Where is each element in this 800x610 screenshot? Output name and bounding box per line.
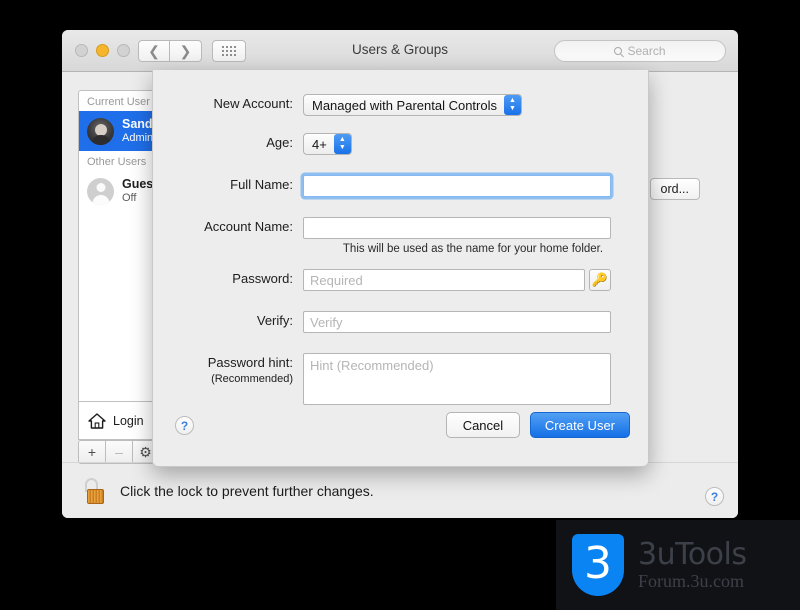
lock-bar: Click the lock to prevent further change… [62, 462, 738, 518]
cancel-button[interactable]: Cancel [445, 412, 520, 438]
sheet-button-group: Cancel Create User [445, 412, 630, 438]
full-name-label: Full Name: [230, 177, 293, 192]
3utools-shield-logo-icon: 3 [572, 534, 624, 596]
home-icon [88, 412, 106, 429]
age-label: Age: [266, 135, 293, 150]
password-input[interactable] [303, 269, 585, 291]
user-name: Gues [122, 176, 154, 191]
user-status: Off [122, 191, 137, 204]
password-hint-label: Password hint: (Recommended) [153, 353, 303, 386]
window-titlebar: ❮ ❯ Users & Groups Search [62, 30, 738, 72]
search-placeholder: Search [627, 44, 666, 58]
new-account-label: New Account: [213, 96, 294, 111]
field-new-account: New Account: Managed with Parental Contr… [153, 94, 522, 116]
sheet-help-button[interactable]: ? [175, 416, 194, 435]
field-verify: Verify: [153, 311, 611, 333]
password-hint-label-text: Password hint: [207, 355, 293, 370]
age-dropdown[interactable]: 4+ ▲ ▼ [303, 133, 352, 155]
account-name-input[interactable] [303, 217, 611, 239]
verify-input[interactable] [303, 311, 611, 333]
key-icon[interactable]: 🔑 [589, 269, 611, 291]
password-hint-input[interactable] [303, 353, 611, 405]
new-account-sheet: New Account: Managed with Parental Contr… [152, 70, 649, 467]
avatar [87, 177, 114, 205]
3utools-watermark: 3 3uTools Forum.3u.com [556, 520, 800, 610]
change-password-button[interactable]: ord... [649, 178, 700, 200]
search-icon [614, 47, 623, 55]
search-field[interactable]: Search [554, 40, 726, 62]
chevron-up-down-icon: ▲ ▼ [504, 95, 521, 115]
full-name-input[interactable] [303, 175, 611, 197]
remove-user-button[interactable]: – [105, 440, 132, 464]
watermark-text: 3uTools Forum.3u.com [638, 539, 747, 591]
chevron-up-down-icon: ▲ ▼ [333, 134, 351, 154]
lock-bar-text: Click the lock to prevent further change… [120, 482, 374, 499]
field-age: Age: 4+ ▲ ▼ [153, 133, 352, 155]
watermark-title: 3uTools [638, 536, 747, 572]
logo-glyph: 3 [584, 538, 612, 589]
field-password-hint: Password hint: (Recommended) [153, 353, 611, 405]
create-user-button[interactable]: Create User [529, 412, 630, 438]
screenshot-root: ❮ ❯ Users & Groups Search Current User S… [0, 0, 800, 610]
add-user-button[interactable]: + [78, 440, 105, 464]
login-items-label: Login [113, 413, 144, 428]
password-hint-sublabel: (Recommended) [211, 373, 293, 385]
unlocked-padlock-icon[interactable] [84, 477, 106, 504]
account-name-helper-text: This will be used as the name for your h… [342, 243, 604, 255]
field-password: Password: 🔑 [153, 269, 611, 291]
user-meta: Gues Off [122, 177, 153, 205]
watermark-subtitle: Forum.3u.com [638, 571, 744, 592]
sheet-footer: ? Cancel Create User [153, 404, 648, 466]
new-account-dropdown[interactable]: Managed with Parental Controls ▲ ▼ [303, 94, 522, 116]
age-value: 4+ [312, 136, 327, 152]
field-full-name: Full Name: [153, 175, 611, 197]
field-account-name: Account Name: [153, 217, 611, 239]
account-name-label: Account Name: [204, 219, 293, 234]
avatar [87, 117, 114, 145]
password-label: Password: [232, 271, 293, 286]
verify-label: Verify: [256, 313, 293, 328]
new-account-value: Managed with Parental Controls [312, 97, 497, 113]
